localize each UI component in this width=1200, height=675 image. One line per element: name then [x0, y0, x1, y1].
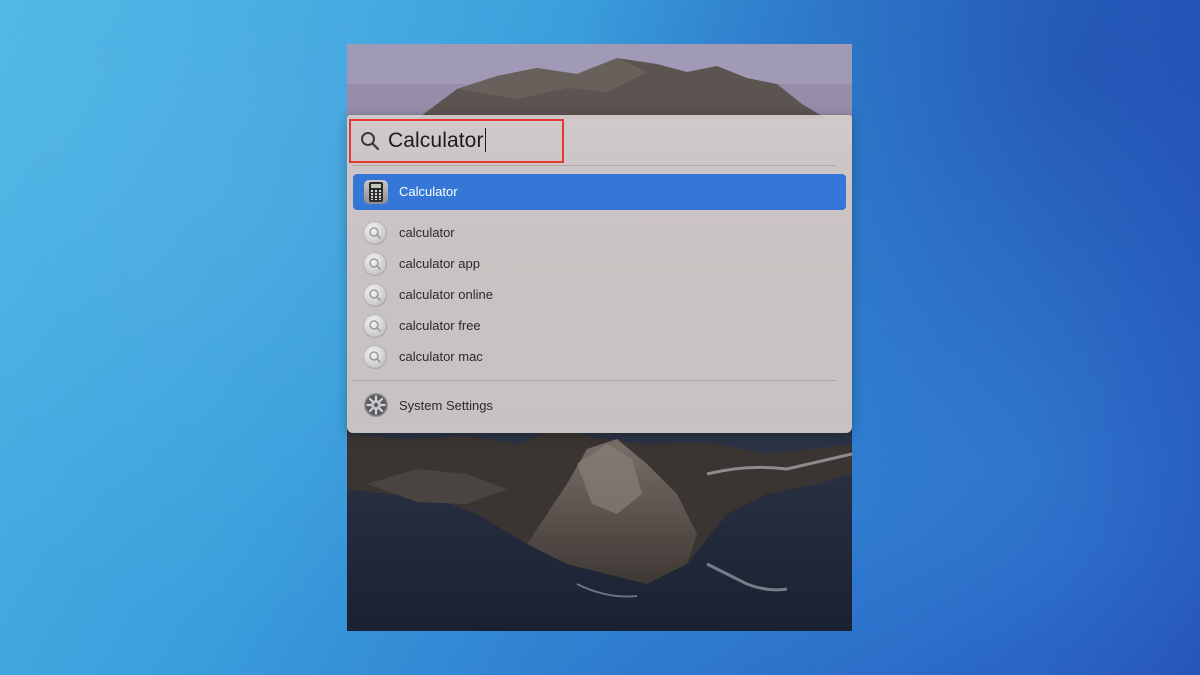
search-suggestion-icon — [363, 314, 387, 338]
result-system-settings[interactable]: System Settings — [353, 390, 846, 420]
search-suggestion-icon — [363, 252, 387, 276]
spotlight-search-row[interactable]: Calculator — [347, 115, 852, 165]
suggestion-label: calculator app — [399, 256, 480, 271]
result-top-hit[interactable]: Calculator — [353, 174, 846, 210]
suggestion-item[interactable]: calculator — [353, 218, 846, 246]
result-top-hit-label: Calculator — [399, 184, 458, 199]
suggestion-label: calculator online — [399, 287, 493, 302]
search-icon — [361, 132, 380, 151]
calculator-app-icon — [364, 180, 388, 204]
divider-bottom — [353, 380, 836, 381]
spotlight-search-input[interactable]: Calculator — [388, 127, 486, 155]
spotlight-panel: Calculator Calculator calculator calcula… — [347, 115, 852, 433]
system-settings-gear-icon — [364, 393, 388, 417]
suggestion-item[interactable]: calculator mac — [353, 342, 846, 370]
suggestion-label: calculator mac — [399, 349, 483, 364]
suggestion-item[interactable]: calculator online — [353, 280, 846, 308]
text-caret — [484, 128, 486, 152]
suggestion-label: calculator free — [399, 318, 481, 333]
search-suggestion-icon — [363, 283, 387, 307]
suggestion-label: calculator — [399, 225, 455, 240]
search-suggestion-icon — [363, 221, 387, 245]
divider-top — [353, 165, 836, 166]
suggestion-item[interactable]: calculator app — [353, 249, 846, 277]
search-suggestion-icon — [363, 345, 387, 369]
suggestion-item[interactable]: calculator free — [353, 311, 846, 339]
system-settings-label: System Settings — [399, 398, 493, 413]
search-query-text: Calculator — [388, 129, 484, 152]
